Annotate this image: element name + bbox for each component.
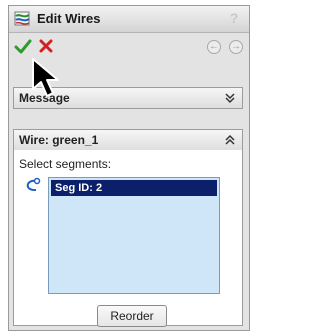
cancel-button[interactable] [38,38,54,54]
ok-button[interactable] [14,38,32,56]
forward-arrow-icon[interactable]: → [229,40,243,54]
reorder-button[interactable]: Reorder [97,305,167,327]
reorder-button-label: Reorder [110,309,154,323]
x-icon [39,39,53,53]
title-bar: Edit Wires ? [9,6,249,33]
back-arrow-icon[interactable]: ← [207,40,221,54]
mouse-pointer-icon [32,58,59,97]
double-chevron-down-icon[interactable] [224,91,236,105]
select-segments-label: Select segments: [19,157,112,171]
panel-title: Edit Wires [37,11,101,26]
segment-selection-icon [26,177,41,192]
double-chevron-up-icon[interactable] [224,133,236,147]
edit-wires-property-manager: Edit Wires ? ← → Message Wire: green_1 S… [8,5,250,331]
wire-group-title: Wire: green_1 [19,133,99,147]
checkmark-icon [14,39,32,54]
wire-group-header[interactable]: Wire: green_1 [13,129,243,151]
list-item[interactable]: Seg ID: 2 [51,180,217,196]
wire-group-body: Select segments: Seg ID: 2 Reorder [13,150,243,327]
segment-selection-list[interactable]: Seg ID: 2 [48,177,220,294]
edit-wires-icon [14,11,30,26]
help-button[interactable]: ? [226,10,242,26]
